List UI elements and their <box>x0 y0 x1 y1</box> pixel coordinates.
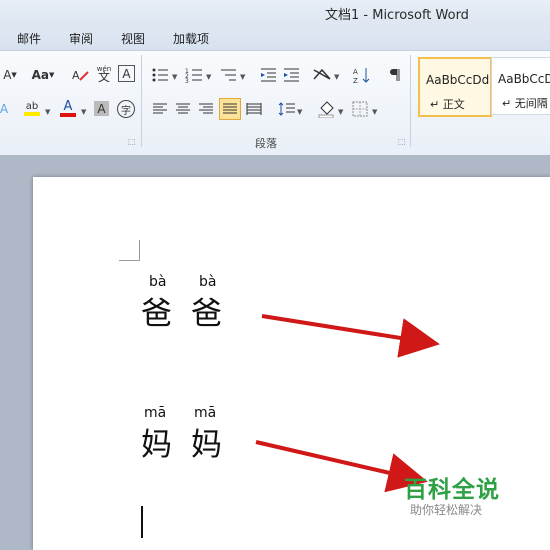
chinese-layout-button[interactable] <box>310 65 334 85</box>
chinese-layout-icon <box>313 68 331 80</box>
title-bar: 文档1 - Microsoft Word <box>0 0 550 26</box>
watermark-logo: 百科全说 助你轻松解决 <box>390 470 520 520</box>
multilevel-list-icon <box>221 69 236 81</box>
tab-mailings[interactable]: 邮件 <box>17 30 41 47</box>
line-spacing-button[interactable] <box>277 99 297 119</box>
clear-format-icon: A <box>72 69 89 82</box>
style-no-spacing-sample: AaBbCcDd <box>498 72 550 86</box>
tab-addins[interactable]: 加载项 <box>173 30 209 47</box>
style-no-spacing-name: ↵ 无间隔 <box>502 97 548 110</box>
justify-icon <box>223 103 237 114</box>
bullets-icon <box>152 68 168 82</box>
font-dialog-launcher-icon[interactable]: ⬚ <box>128 137 136 146</box>
numbering-button[interactable]: 123 <box>184 65 204 85</box>
shading-button[interactable] <box>316 99 336 119</box>
character-border-button[interactable]: A <box>118 65 135 82</box>
shrink-font-button[interactable]: A ▼ <box>0 65 20 85</box>
font-color-icon: A <box>63 99 73 114</box>
paragraph-mark-icon <box>390 69 400 81</box>
align-left-button[interactable] <box>150 99 170 119</box>
phonetic-guide-button[interactable]: wén 文 <box>94 63 114 83</box>
character-shading-button[interactable]: A <box>94 101 109 116</box>
style-normal[interactable]: AaBbCcDd ↵ 正文 <box>418 57 492 117</box>
change-case-button[interactable]: Aa ▼ <box>30 65 56 85</box>
svg-text:A: A <box>353 68 358 76</box>
paragraph-dialog-launcher-icon[interactable]: ⬚ <box>398 137 406 146</box>
borders-icon <box>352 101 368 117</box>
text-effects-button[interactable]: A <box>0 99 14 119</box>
paint-bucket-icon <box>318 101 334 118</box>
bullets-button[interactable] <box>150 65 170 85</box>
character-border-icon: A <box>122 66 131 81</box>
paragraph-group-label: 段落 <box>255 137 277 150</box>
distributed-button[interactable] <box>244 99 264 119</box>
align-left-icon <box>153 103 167 114</box>
increase-indent-icon <box>284 68 299 82</box>
group-separator <box>410 55 411 147</box>
borders-button[interactable] <box>350 99 370 119</box>
multilevel-list-button[interactable] <box>218 65 238 85</box>
numbering-icon: 123 <box>185 68 202 83</box>
highlight-button[interactable]: ab <box>22 99 42 119</box>
svg-text:A: A <box>72 69 80 82</box>
style-normal-sample: AaBbCcDd <box>426 73 490 87</box>
font-size-icon: A <box>3 68 12 82</box>
hanzi-character: 妈 <box>191 427 222 463</box>
show-hide-marks-button[interactable] <box>386 65 406 85</box>
justify-button[interactable] <box>219 98 241 120</box>
distributed-icon <box>246 103 262 115</box>
svg-text:3: 3 <box>185 78 189 83</box>
align-right-icon <box>199 103 213 114</box>
clear-format-button[interactable]: A <box>70 65 90 85</box>
change-case-icon: Aa <box>31 68 49 82</box>
phonetic-guide-icon: 文 <box>97 70 110 84</box>
decrease-indent-button[interactable] <box>258 65 278 85</box>
text-cursor <box>141 506 143 538</box>
watermark-subtitle: 助你轻松解决 <box>410 503 483 517</box>
hanzi-character: 爸 <box>141 296 172 332</box>
ribbon: A ▼ Aa ▼ A wén 文 A A ab ▼ A ▼ A 字 ▼ 123 ▼ … <box>0 50 550 156</box>
ribbon-tab-row: 邮件 审阅 视图 加载项 <box>0 26 550 50</box>
text-effects-icon: A <box>0 102 9 116</box>
highlight-icon: ab <box>25 101 39 112</box>
align-center-button[interactable] <box>173 99 193 119</box>
sort-button[interactable]: AZ <box>352 65 372 85</box>
watermark-title: 百科全说 <box>404 477 500 503</box>
margin-corner-mark <box>119 240 140 261</box>
sort-icon: AZ <box>353 68 370 84</box>
window-title: 文档1 - Microsoft Word <box>325 8 469 23</box>
increase-indent-button[interactable] <box>281 65 301 85</box>
hanzi-character: 妈 <box>141 427 172 463</box>
decrease-indent-icon <box>261 68 276 82</box>
font-color-button[interactable]: A <box>58 99 78 119</box>
align-right-button[interactable] <box>196 99 216 119</box>
style-no-spacing[interactable]: AaBbCcDd ↵ 无间隔 <box>491 57 550 115</box>
enclose-characters-icon: 字 <box>121 105 131 117</box>
tab-view[interactable]: 视图 <box>121 30 145 47</box>
line-spacing-icon <box>278 102 295 116</box>
character-shading-icon: A <box>97 101 106 116</box>
tab-review[interactable]: 审阅 <box>69 30 93 47</box>
hanzi-character: 爸 <box>191 296 222 332</box>
group-separator <box>141 55 142 147</box>
style-normal-name: ↵ 正文 <box>430 98 465 111</box>
align-center-icon <box>176 103 190 114</box>
svg-text:Z: Z <box>353 77 358 84</box>
enclose-characters-button[interactable]: 字 <box>117 100 135 118</box>
